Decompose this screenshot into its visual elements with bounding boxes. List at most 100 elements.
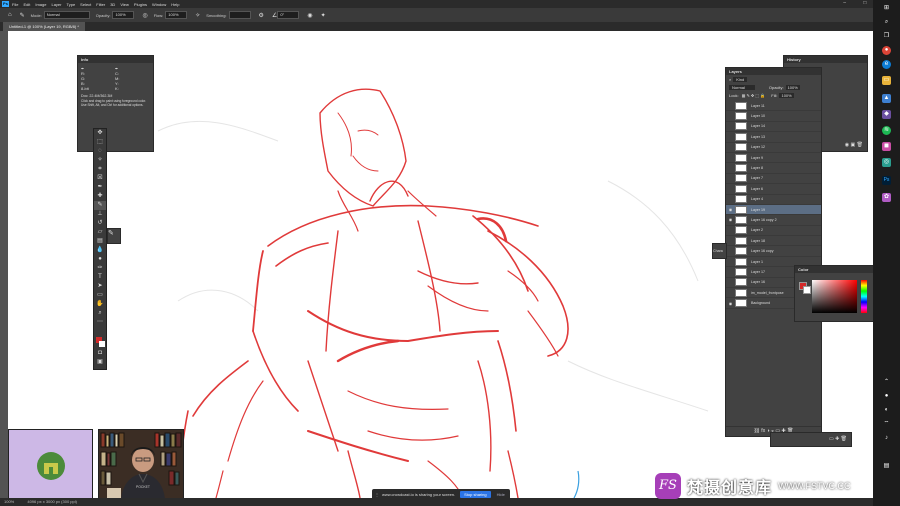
menu-file[interactable]: File <box>12 2 18 7</box>
zoom-tool-icon[interactable]: ⌕ <box>94 309 106 318</box>
fill-input[interactable]: 100% <box>779 93 794 98</box>
history-panel-title[interactable]: History <box>784 56 867 63</box>
gear-icon[interactable]: ⚙ <box>259 12 264 19</box>
character-panel-tab[interactable]: Chara <box>712 243 727 259</box>
hand-tool-icon[interactable]: ✋ <box>94 300 106 309</box>
notification-icon[interactable]: ▤ <box>882 462 891 471</box>
crop-tool-icon[interactable]: ⌗ <box>94 165 106 174</box>
opacity-input[interactable]: 100% <box>112 11 135 19</box>
color-bg-swatch[interactable] <box>803 286 811 294</box>
brush-tool-icon[interactable]: ✎ <box>20 12 25 19</box>
menu-edit[interactable]: Edit <box>23 2 30 7</box>
zoom-level[interactable]: 100% <box>4 499 14 504</box>
layer-visibility-eye-icon[interactable]: ◉ <box>726 301 735 306</box>
layer-row[interactable]: Layer 6 <box>726 184 821 195</box>
app-icon[interactable]: ◼ <box>882 142 891 151</box>
layer-row[interactable]: Layer 14 <box>726 122 821 133</box>
quick-mask-icon[interactable]: ◘ <box>94 349 106 358</box>
spotify-icon[interactable]: ≋ <box>882 126 891 135</box>
menu-help[interactable]: Help <box>171 2 179 7</box>
blur-tool-icon[interactable]: 💧 <box>94 246 106 255</box>
pressure-size-icon[interactable]: ◉ <box>307 12 312 19</box>
task-view-icon[interactable]: ❐ <box>882 32 891 41</box>
stop-sharing-button[interactable]: Stop sharing <box>460 491 491 498</box>
layer-row[interactable]: Layer 12 <box>726 143 821 153</box>
airbrush-icon[interactable]: ✧ <box>195 12 200 19</box>
collapsed-panel[interactable]: ▭ ✚ 🗑 <box>770 432 852 447</box>
layer-row[interactable]: Layer 16 copy <box>726 246 821 257</box>
menu-type[interactable]: Type <box>67 2 76 7</box>
tray-icon[interactable]: ● <box>882 392 891 401</box>
layer-row[interactable]: ◉ Layer 16 copy 2 <box>726 215 821 226</box>
hide-share-button[interactable]: Hide <box>497 492 505 497</box>
brush-flyout[interactable]: ✎ <box>107 228 121 244</box>
home-icon[interactable]: ⌂ <box>8 12 12 18</box>
lock-icons[interactable]: ▦ ✎ ✥ ⬚ 🔒 <box>742 93 766 98</box>
chrome-icon[interactable]: ● <box>882 46 891 55</box>
layer-row[interactable]: Layer 13 <box>726 132 821 143</box>
file-explorer-icon[interactable]: ▭ <box>882 76 891 85</box>
layer-row[interactable]: Layer 11 <box>726 101 821 112</box>
flow-input[interactable]: 100% <box>165 11 188 19</box>
search-icon[interactable]: ⌕ <box>882 18 891 27</box>
layer-row[interactable]: Layer 7 <box>726 174 821 185</box>
eyedropper-tool-icon[interactable]: ✒ <box>94 183 106 192</box>
app-icon[interactable]: ◎ <box>882 158 891 167</box>
wifi-icon[interactable]: ⌔ <box>882 420 891 429</box>
layer-opacity-input[interactable]: 100% <box>785 84 800 90</box>
layer-row[interactable]: Layer 10 <box>726 111 821 122</box>
document-info[interactable]: 4096 px x 3000 px (300 ppi) <box>27 499 77 504</box>
menu-plugins[interactable]: Plugins <box>134 2 147 7</box>
layer-visibility-eye-icon[interactable]: ◉ <box>726 207 735 212</box>
eraser-tool-icon[interactable]: ▱ <box>94 228 106 237</box>
menu-image[interactable]: Image <box>35 2 46 7</box>
pressure-opacity-icon[interactable]: ◎ <box>142 12 147 19</box>
edge-icon[interactable]: e <box>882 60 891 69</box>
history-actions[interactable]: ◉ ▣ 🗑 <box>845 142 863 148</box>
menu-filter[interactable]: Filter <box>96 2 105 7</box>
layers-panel-title[interactable]: Layers <box>726 68 821 75</box>
app-icon[interactable]: ▲ <box>882 94 891 103</box>
color-panel-title[interactable]: Color <box>795 266 873 273</box>
layer-row[interactable]: Layer 8 <box>726 163 821 174</box>
windows-start-icon[interactable]: ⊞ <box>882 4 891 13</box>
more-tools-icon[interactable]: ⋯ <box>94 318 106 327</box>
gradient-tool-icon[interactable]: ▤ <box>94 237 106 246</box>
menu-view[interactable]: View <box>120 2 129 7</box>
menu-3d[interactable]: 3D <box>110 2 115 7</box>
pen-tool-icon[interactable]: ✑ <box>94 264 106 273</box>
screen-mode-icon[interactable]: ▣ <box>94 358 106 367</box>
chevron-up-icon[interactable]: ⌃ <box>882 378 891 387</box>
smoothing-input[interactable] <box>228 11 251 19</box>
tray-icon[interactable]: ◐ <box>882 406 891 415</box>
lasso-tool-icon[interactable]: ◌ <box>94 147 106 156</box>
type-tool-icon[interactable]: T <box>94 273 106 282</box>
path-select-tool-icon[interactable]: ➤ <box>94 282 106 291</box>
document-tab[interactable]: Untitled-1 @ 100% (Layer 19, RGB/8) * <box>3 22 85 31</box>
marquee-tool-icon[interactable]: ⬚ <box>94 138 106 147</box>
menu-select[interactable]: Select <box>80 2 91 7</box>
quick-select-tool-icon[interactable]: ✧ <box>94 156 106 165</box>
layer-row[interactable]: Layer 18 <box>726 236 821 247</box>
app-icon[interactable]: ◆ <box>882 110 891 119</box>
menu-layer[interactable]: Layer <box>51 2 61 7</box>
layer-visibility-eye-icon[interactable]: ◉ <box>726 217 735 222</box>
shape-tool-icon[interactable]: ▭ <box>94 291 106 300</box>
layer-row[interactable]: ◉ Layer 19 <box>726 204 821 216</box>
crowdcast-taskbar-icon[interactable]: ✿ <box>882 193 891 202</box>
layer-row[interactable]: Layer 9 <box>726 153 821 164</box>
menu-window[interactable]: Window <box>152 2 166 7</box>
info-panel-title[interactable]: Info <box>78 56 153 63</box>
history-brush-tool-icon[interactable]: ↺ <box>94 219 106 228</box>
hue-slider[interactable] <box>861 280 867 313</box>
angle-input[interactable]: 0° <box>277 11 300 19</box>
dodge-tool-icon[interactable]: ● <box>94 255 106 264</box>
stamp-tool-icon[interactable]: ⊥ <box>94 210 106 219</box>
mode-select[interactable]: Normal <box>43 11 90 19</box>
move-tool-icon[interactable]: ✥ <box>94 129 106 138</box>
layers-kind-select[interactable]: Kind <box>733 76 748 82</box>
photoshop-logo-icon[interactable]: Ps <box>2 1 9 7</box>
frame-tool-icon[interactable]: ☒ <box>94 174 106 183</box>
layer-row[interactable]: Layer 4 <box>726 195 821 205</box>
healing-tool-icon[interactable]: ✚ <box>94 192 106 201</box>
